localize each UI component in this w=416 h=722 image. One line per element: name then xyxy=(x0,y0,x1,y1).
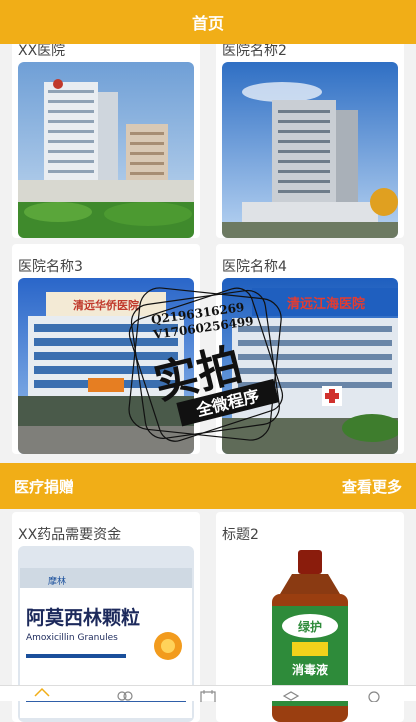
tab-calendar[interactable] xyxy=(196,686,220,702)
disinfectant-name: 消毒液 xyxy=(292,662,328,677)
hospital-card[interactable]: XX医院 xyxy=(12,28,200,238)
donation-title: 标题2 xyxy=(216,512,404,546)
hospital-photo xyxy=(18,62,194,238)
medicine-brand: 摩林 xyxy=(48,575,66,587)
medicine-name-en: Amoxicillin Granules xyxy=(26,633,118,643)
home-icon xyxy=(33,686,51,702)
hospital-card[interactable]: 医院名称3 清远华侨医院 xyxy=(12,244,200,454)
hospital-name: 医院名称4 xyxy=(216,244,404,278)
donation-title: XX药品需要资金 xyxy=(12,512,200,546)
hospital-photo: 清远江海医院 xyxy=(222,278,398,454)
hospital-grid-row-1: XX医院 xyxy=(12,28,404,238)
hospital-card[interactable]: 医院名称4 清远江海医院 xyxy=(216,244,404,454)
section-title: 医疗捐赠 xyxy=(14,476,74,497)
tab-community[interactable] xyxy=(113,686,137,702)
hospital-card[interactable]: 医院名称2 xyxy=(216,28,404,238)
tab-layers[interactable] xyxy=(279,686,303,702)
community-icon xyxy=(116,686,134,702)
bottom-tab-bar xyxy=(0,685,416,701)
hospital-sign: 清远江海医院 xyxy=(287,296,365,312)
search-icon xyxy=(365,686,383,702)
calendar-icon xyxy=(199,686,217,702)
tab-search[interactable] xyxy=(362,686,386,702)
hospital-grid-row-2: 医院名称3 清远华侨医院 医院名称4 xyxy=(12,244,404,454)
tab-home[interactable] xyxy=(30,686,54,702)
hospital-photo xyxy=(222,62,398,238)
top-nav-bar: 首页 xyxy=(0,0,416,44)
hospital-sign: 清远华侨医院 xyxy=(73,298,139,312)
view-more-link[interactable]: 查看更多 xyxy=(342,476,402,497)
disinfectant-brand: 绿护 xyxy=(298,619,322,634)
hospital-name: 医院名称3 xyxy=(12,244,200,278)
medicine-name: 阿莫西林颗粒 xyxy=(26,606,140,629)
layers-icon xyxy=(282,686,300,702)
donation-section-header: 医疗捐赠 查看更多 xyxy=(0,463,416,509)
page-title: 首页 xyxy=(192,10,224,34)
hospital-photo: 清远华侨医院 xyxy=(18,278,194,454)
